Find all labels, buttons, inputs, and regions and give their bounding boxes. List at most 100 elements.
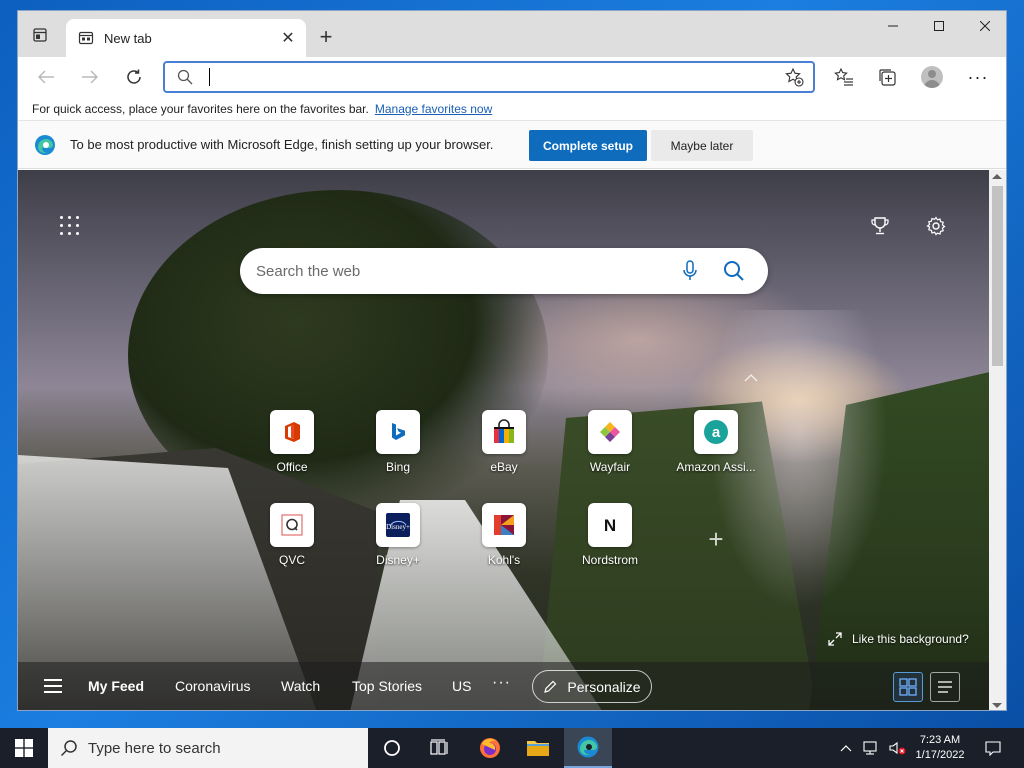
close-icon <box>980 21 990 31</box>
cortana-icon <box>384 740 400 756</box>
tab-strip: New tab ✕ + <box>18 11 1006 57</box>
tab-actions-button[interactable] <box>30 25 50 45</box>
clock-time: 7:23 AM <box>919 734 961 746</box>
favorites-bar-message: For quick access, place your favorites h… <box>32 101 369 116</box>
taskbar-search-box[interactable]: Type here to search <box>48 728 368 768</box>
feed-tab-us[interactable]: US <box>452 678 471 694</box>
complete-setup-button[interactable]: Complete setup <box>529 130 647 161</box>
qvc-icon <box>270 503 314 547</box>
start-button[interactable] <box>0 728 48 768</box>
taskbar-search-placeholder: Type here to search <box>88 739 221 757</box>
show-hidden-icons-button[interactable] <box>836 728 856 768</box>
scroll-down-arrow[interactable] <box>992 703 1002 708</box>
taskbar-file-explorer[interactable] <box>514 728 562 768</box>
like-background-label: Like this background? <box>852 632 969 646</box>
search-submit-button[interactable] <box>722 259 746 283</box>
ebay-icon <box>482 410 526 454</box>
clock[interactable]: 7:23 AM 1/17/2022 <box>910 728 970 768</box>
quick-link-qvc[interactable]: QVC <box>244 503 340 583</box>
vertical-scrollbar[interactable] <box>989 170 1006 710</box>
list-layout-button[interactable] <box>930 672 960 702</box>
personalize-button[interactable]: Personalize <box>532 670 652 703</box>
feed-tab-my-feed[interactable]: My Feed <box>88 678 144 694</box>
feed-tab-top-stories[interactable]: Top Stories <box>352 678 422 694</box>
feed-more-button[interactable]: ··· <box>492 674 511 692</box>
quick-link-bing[interactable]: Bing <box>350 410 446 490</box>
taskbar-edge[interactable] <box>564 728 612 768</box>
add-quick-link-button[interactable]: + <box>704 524 728 554</box>
favorites-list-icon <box>834 67 853 86</box>
feed-bar: My Feed Coronavirus Watch Top Stories US… <box>18 662 989 710</box>
profile-button[interactable] <box>918 63 946 91</box>
tab-title: New tab <box>104 30 152 46</box>
amazon-icon: a <box>694 410 738 454</box>
new-tab-button[interactable]: + <box>314 24 338 49</box>
refresh-button[interactable] <box>120 65 148 89</box>
firefox-icon <box>480 738 500 758</box>
quick-link-ebay[interactable]: eBay <box>456 410 552 490</box>
cortana-button[interactable] <box>368 728 416 768</box>
task-view-icon <box>430 739 448 755</box>
forward-button[interactable] <box>76 65 104 89</box>
back-button[interactable] <box>32 65 60 89</box>
favorites-button[interactable] <box>830 63 858 91</box>
add-to-favorites-button[interactable] <box>781 64 807 90</box>
taskbar: Type here to search 7:23 AM 1/17/2022 <box>0 728 1024 768</box>
minimize-button[interactable] <box>870 11 916 41</box>
feed-menu-button[interactable] <box>44 679 62 693</box>
collections-button[interactable] <box>873 63 901 91</box>
action-center-button[interactable] <box>978 728 1008 768</box>
search-icon <box>724 261 744 281</box>
tile-label: Disney+ <box>376 553 420 567</box>
manage-favorites-link[interactable]: Manage favorites now <box>375 102 492 116</box>
feed-tab-watch[interactable]: Watch <box>281 678 320 694</box>
feed-tab-coronavirus[interactable]: Coronavirus <box>175 678 250 694</box>
volume-button[interactable] <box>886 728 908 768</box>
tab-close-button[interactable]: ✕ <box>276 26 300 50</box>
gear-icon <box>926 216 946 236</box>
quick-link-wayfair[interactable]: Wayfair <box>562 410 658 490</box>
network-button[interactable] <box>860 728 882 768</box>
grid-icon <box>899 678 917 696</box>
maybe-later-button[interactable]: Maybe later <box>651 130 753 161</box>
tile-label: Nordstrom <box>581 553 638 567</box>
collapse-tiles-button[interactable] <box>743 370 759 386</box>
text-caret <box>209 68 210 86</box>
chevron-up-icon <box>744 374 758 382</box>
tab-new-tab[interactable]: New tab ✕ <box>66 19 306 57</box>
rewards-button[interactable] <box>868 214 892 238</box>
personalize-label: Personalize <box>567 678 641 695</box>
tile-label: Bing <box>385 460 411 474</box>
voice-search-button[interactable] <box>678 259 702 283</box>
quick-link-office[interactable]: Office <box>244 410 340 490</box>
browser-window: New tab ✕ + ··· For quick access, place … <box>17 10 1007 711</box>
scroll-up-arrow[interactable] <box>992 174 1002 179</box>
scrollbar-thumb[interactable] <box>992 186 1003 366</box>
quick-link-amazon-assistant[interactable]: a Amazon Assi... <box>668 410 764 490</box>
address-bar[interactable] <box>163 61 815 93</box>
clock-date: 1/17/2022 <box>915 749 965 761</box>
quick-link-nordstrom[interactable]: N Nordstrom <box>562 503 658 583</box>
minimize-icon <box>888 25 898 27</box>
volume-muted-icon <box>889 741 906 755</box>
like-background-link[interactable]: Like this background? <box>828 632 969 646</box>
kohls-icon <box>482 503 526 547</box>
quick-link-kohls[interactable]: Kohl's <box>456 503 552 583</box>
web-search-input[interactable] <box>256 262 678 280</box>
page-settings-button[interactable] <box>924 214 948 238</box>
wayfair-icon <box>588 410 632 454</box>
task-view-button[interactable] <box>416 728 464 768</box>
pencil-icon <box>543 680 557 694</box>
app-launcher-button[interactable] <box>58 214 82 238</box>
address-input[interactable] <box>214 65 781 89</box>
more-menu-button[interactable]: ··· <box>964 63 992 91</box>
close-window-button[interactable] <box>962 11 1006 41</box>
maximize-icon <box>934 21 944 31</box>
grid-layout-button[interactable] <box>893 672 923 702</box>
disney-icon: Disney+ <box>376 503 420 547</box>
quick-link-disney-plus[interactable]: Disney+ Disney+ <box>350 503 446 583</box>
web-search-box[interactable] <box>240 248 768 294</box>
search-icon <box>177 69 193 85</box>
maximize-button[interactable] <box>916 11 962 41</box>
taskbar-firefox[interactable] <box>466 728 514 768</box>
